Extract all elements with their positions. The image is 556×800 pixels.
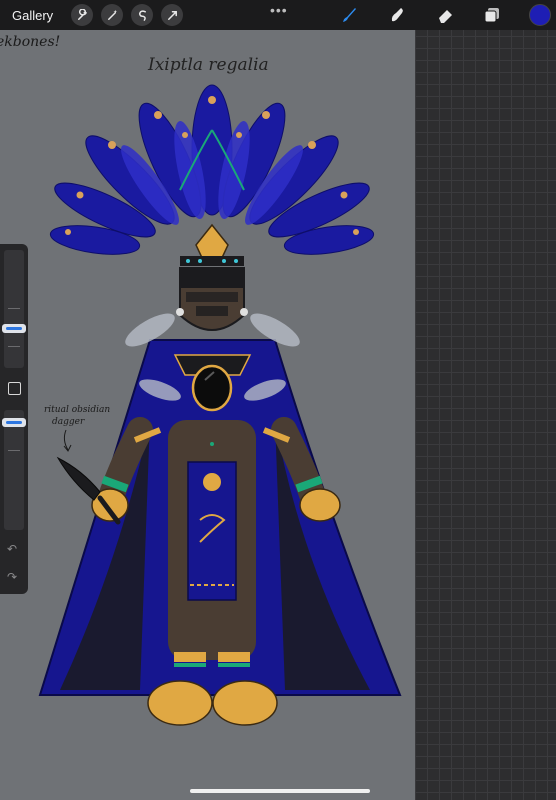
left-sidebar: ↶ ↷ — [0, 244, 28, 594]
transform-icon — [167, 10, 177, 20]
brush-size-handle[interactable] — [2, 324, 26, 333]
annotation-line2: dagger — [52, 417, 85, 427]
gallery-button[interactable]: Gallery — [12, 8, 53, 23]
more-options-icon[interactable]: ••• — [270, 2, 288, 18]
home-indicator[interactable] — [190, 789, 370, 793]
selection-button[interactable] — [131, 4, 154, 26]
brush-tool-button[interactable] — [338, 4, 360, 26]
figure-head — [176, 267, 248, 331]
wrench-icon — [77, 8, 87, 20]
smudge-icon — [391, 8, 403, 22]
eraser-icon — [439, 10, 452, 23]
top-toolbar: Gallery ••• — [0, 0, 556, 30]
annotation-line1: ritual obsidian — [44, 405, 110, 415]
redo-icon[interactable]: ↷ — [7, 570, 17, 584]
artwork-title: Ixiptla regalia — [147, 55, 269, 75]
opacity-slider[interactable] — [4, 410, 24, 530]
feather-headdress — [49, 84, 375, 266]
eraser-tool-button[interactable] — [434, 4, 456, 26]
undo-icon[interactable]: ↶ — [7, 542, 17, 556]
magic-wand-icon — [107, 9, 117, 20]
brush-icon — [343, 8, 356, 22]
adjustments-button[interactable] — [101, 4, 124, 26]
drawing-canvas[interactable]: ekbones! Ixiptla regalia ritual obsidian… — [0, 30, 415, 800]
brush-size-slider[interactable] — [4, 250, 24, 368]
layers-icon — [484, 8, 499, 23]
partial-note: ekbones! — [0, 34, 60, 50]
smudge-tool-button[interactable] — [386, 4, 408, 26]
transform-button[interactable] — [161, 4, 184, 26]
actions-button[interactable] — [71, 4, 94, 26]
workspace-grid — [415, 0, 556, 800]
selection-icon — [138, 9, 146, 21]
square-icon[interactable] — [8, 382, 21, 395]
layers-button[interactable] — [481, 4, 503, 26]
opacity-handle[interactable] — [2, 418, 26, 427]
artwork: ekbones! Ixiptla regalia ritual obsidian… — [0, 34, 402, 726]
color-picker-button[interactable] — [529, 4, 551, 26]
